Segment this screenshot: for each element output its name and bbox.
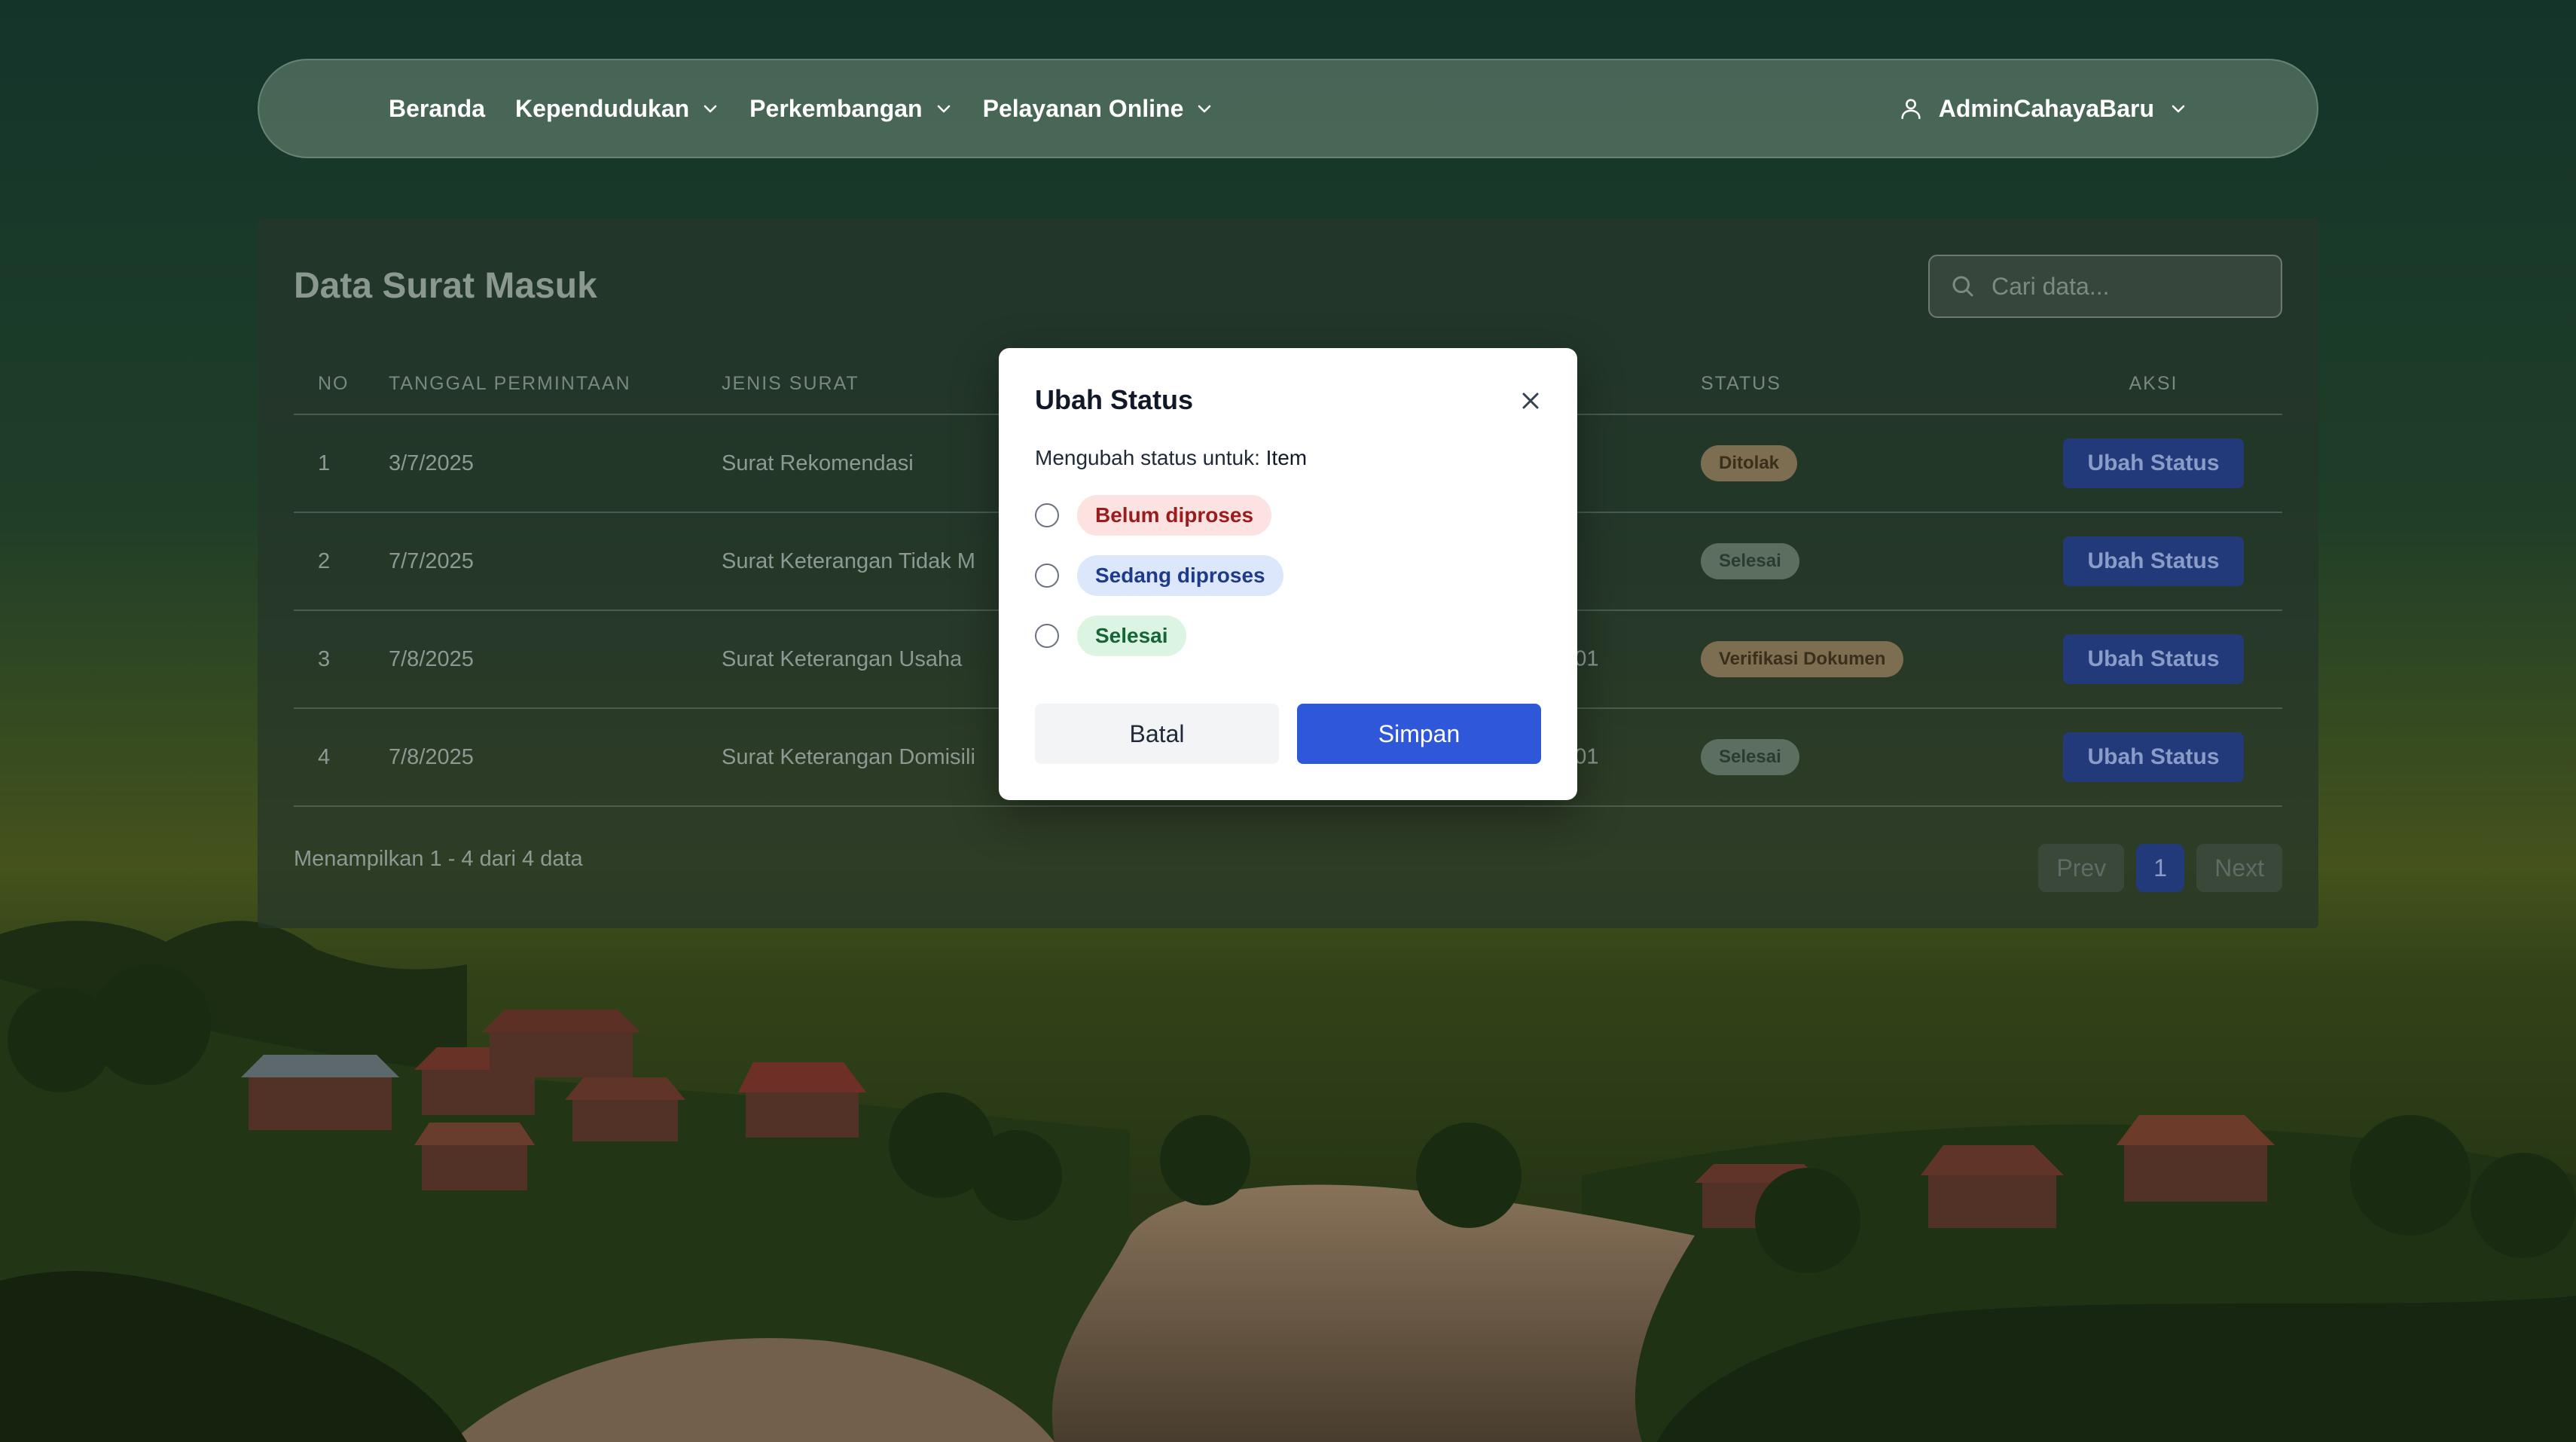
modal-actions: Batal Simpan xyxy=(1035,704,1541,764)
status-option-label: Sedang diproses xyxy=(1077,555,1283,596)
user-name: AdminCahayaBaru xyxy=(1938,94,2154,122)
user-menu[interactable]: AdminCahayaBaru xyxy=(1898,95,2187,123)
status-option-belum[interactable]: Belum diproses xyxy=(1035,495,1541,536)
cell-status: Verifikasi Dokumen xyxy=(1701,610,2025,709)
page-title: Data Surat Masuk xyxy=(294,266,597,306)
chevron-down-icon xyxy=(1198,105,1211,113)
status-badge: Selesai xyxy=(1701,543,1799,579)
cell-aksi: Ubah Status xyxy=(2025,414,2282,513)
save-button[interactable]: Simpan xyxy=(1297,704,1541,764)
nav-item-kependudukan[interactable]: Kependudukan xyxy=(515,95,719,123)
search-icon xyxy=(1952,276,1973,297)
status-badge: Ditolak xyxy=(1701,445,1798,481)
nav-item-label: Pelayanan Online xyxy=(982,94,1184,122)
modal-subtitle-item: Item xyxy=(1265,446,1308,469)
header-date: TANGGAL PERMINTAAN xyxy=(389,354,722,415)
cell-date: 7/7/2025 xyxy=(389,512,722,611)
chevron-down-icon xyxy=(704,105,717,113)
cell-status: Selesai xyxy=(1701,512,2025,611)
cell-jenis-text: Surat Keterangan Tidak M xyxy=(722,548,975,573)
nav-item-pelayanan-online[interactable]: Pelayanan Online xyxy=(983,95,1214,123)
cell-aksi: Ubah Status xyxy=(2025,708,2282,807)
radio-button[interactable] xyxy=(1035,624,1059,648)
ubah-status-modal: Ubah Status Mengubah status untuk: Item … xyxy=(999,348,1577,800)
nav-item-label: Perkembangan xyxy=(749,94,923,122)
status-badge: Verifikasi Dokumen xyxy=(1701,641,1904,677)
cell-no: 2 xyxy=(294,512,389,611)
cell-jenis-text: Surat Keterangan Domisili xyxy=(722,744,975,769)
modal-subtitle: Mengubah status untuk: Item xyxy=(1035,446,1541,470)
status-options: Belum diproses Sedang diproses Selesai xyxy=(1035,495,1541,656)
page-button-1[interactable]: 1 xyxy=(2136,844,2185,892)
top-navbar: Beranda Kependudukan Perkembangan Pelaya… xyxy=(258,59,2318,158)
cell-jenis-text: Surat Keterangan Usaha xyxy=(722,646,963,671)
status-option-label: Selesai xyxy=(1077,616,1186,656)
header-status: STATUS xyxy=(1701,354,2025,415)
cell-no: 4 xyxy=(294,708,389,807)
cell-aksi: Ubah Status xyxy=(2025,512,2282,611)
cell-no: 1 xyxy=(294,414,389,513)
cell-aksi: Ubah Status xyxy=(2025,610,2282,709)
nav-item-perkembangan[interactable]: Perkembangan xyxy=(749,95,952,123)
modal-subtitle-prefix: Mengubah status untuk: xyxy=(1035,446,1260,469)
radio-button[interactable] xyxy=(1035,564,1059,588)
ubah-status-button[interactable]: Ubah Status xyxy=(2063,732,2244,782)
pagination: Prev 1 Next xyxy=(2038,844,2282,892)
cell-date: 3/7/2025 xyxy=(389,414,722,513)
next-page-button[interactable]: Next xyxy=(2196,844,2282,892)
header-aksi: AKSI xyxy=(2025,354,2282,415)
prev-page-button[interactable]: Prev xyxy=(2038,844,2125,892)
cell-date: 7/8/2025 xyxy=(389,708,722,807)
modal-title: Ubah Status xyxy=(1035,384,1194,415)
chevron-down-icon xyxy=(937,105,950,113)
search-box xyxy=(1928,255,2282,318)
radio-button[interactable] xyxy=(1035,503,1059,527)
ubah-status-button[interactable]: Ubah Status xyxy=(2063,536,2244,586)
ubah-status-button[interactable]: Ubah Status xyxy=(2063,438,2244,488)
chevron-down-icon xyxy=(2172,105,2185,113)
cell-status: Selesai xyxy=(1701,708,2025,807)
header-no: NO xyxy=(294,354,389,415)
close-icon[interactable] xyxy=(1517,387,1544,414)
ubah-status-button[interactable]: Ubah Status xyxy=(2063,634,2244,684)
status-option-sedang[interactable]: Sedang diproses xyxy=(1035,555,1541,596)
status-badge: Selesai xyxy=(1701,739,1799,775)
user-icon xyxy=(1901,99,1921,120)
status-option-selesai[interactable]: Selesai xyxy=(1035,616,1541,656)
cell-status: Ditolak xyxy=(1701,414,2025,513)
cancel-button[interactable]: Batal xyxy=(1035,704,1279,764)
cell-no: 3 xyxy=(294,610,389,709)
nav-item-beranda[interactable]: Beranda xyxy=(389,95,485,123)
cell-date: 7/8/2025 xyxy=(389,610,722,709)
nav-item-label: Beranda xyxy=(389,94,486,122)
search-input[interactable] xyxy=(1992,272,2263,301)
nav-item-label: Kependudukan xyxy=(515,94,690,122)
status-option-label: Belum diproses xyxy=(1077,495,1272,536)
pagination-summary: Menampilkan 1 - 4 dari 4 data xyxy=(294,847,583,871)
cell-jenis-text: Surat Rekomendasi xyxy=(722,451,914,475)
